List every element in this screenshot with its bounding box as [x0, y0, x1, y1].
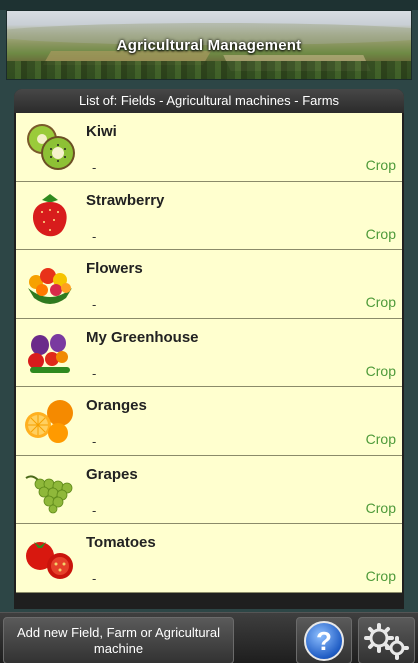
item-name: Strawberry: [86, 191, 165, 209]
bottom-toolbar: Add new Field, Farm or Agricultural mach…: [0, 612, 418, 663]
item-type: Crop: [365, 499, 396, 516]
item-detail: -: [92, 297, 97, 312]
item-type: Crop: [365, 431, 396, 447]
item-type: Crop: [365, 157, 396, 173]
strawberry-icon: [32, 193, 67, 236]
list-title: List of: Fields - Agricultural machines …: [14, 89, 404, 113]
list-item-flowers[interactable]: Flowers - Crop: [16, 250, 402, 319]
item-detail: -: [92, 434, 97, 449]
item-detail: -: [92, 365, 97, 381]
item-name: Grapes: [86, 465, 138, 483]
item-detail: -: [92, 160, 97, 175]
item-name: Flowers: [86, 260, 143, 277]
help-button[interactable]: ?: [296, 617, 352, 663]
item-detail: -: [92, 228, 97, 244]
item-detail: -: [92, 571, 97, 586]
item-type: Crop: [365, 294, 396, 310]
list-item-strawberry[interactable]: Strawberry - Crop: [16, 181, 402, 250]
list-item-oranges[interactable]: Oranges - Crop: [16, 387, 402, 456]
list-item-tomatoes[interactable]: Tomatoes - Crop: [16, 524, 402, 593]
gears-icon: [364, 623, 409, 660]
item-type: Crop: [365, 568, 396, 584]
item-detail: -: [92, 502, 97, 518]
flowers-icon: [28, 268, 72, 304]
oranges-icon: [25, 400, 73, 443]
greenhouse-vegetables-icon: [28, 333, 70, 373]
help-icon: ?: [304, 621, 344, 661]
item-name: My Greenhouse: [86, 328, 199, 346]
header-banner: Agricultural Management: [6, 10, 412, 80]
item-name: Tomatoes: [86, 534, 156, 551]
kiwi-icon: [27, 124, 75, 170]
tomatoes-icon: [26, 542, 73, 579]
item-type: Crop: [365, 362, 396, 379]
item-list[interactable]: Kiwi - Crop Strawberry - Crop Flowers - …: [16, 113, 402, 609]
app-screen: Agricultural Management List of: Fields …: [0, 0, 418, 663]
list-item-my-greenhouse[interactable]: My Greenhouse - Crop: [16, 318, 402, 387]
item-type: Crop: [365, 225, 396, 242]
item-name: Oranges: [86, 397, 147, 414]
add-new-button[interactable]: Add new Field, Farm or Agricultural mach…: [3, 617, 234, 663]
grapes-icon: [25, 474, 73, 513]
list-item-grapes[interactable]: Grapes - Crop: [16, 455, 402, 524]
settings-button[interactable]: [358, 617, 415, 663]
list-item-kiwi[interactable]: Kiwi - Crop: [16, 113, 402, 182]
app-title: Agricultural Management: [116, 37, 302, 54]
banner-trees: [7, 61, 411, 79]
list-panel: List of: Fields - Agricultural machines …: [14, 89, 404, 609]
status-strip: [0, 0, 418, 10]
item-name: Kiwi: [86, 123, 117, 140]
